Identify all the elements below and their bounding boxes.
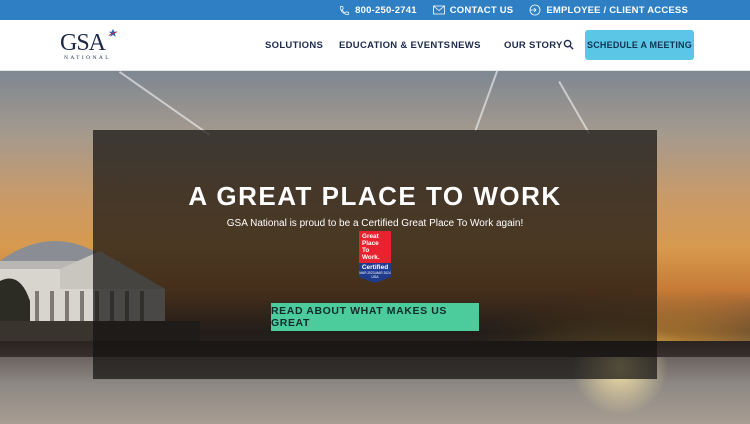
nav-solutions[interactable]: SOLUTIONS xyxy=(265,40,323,51)
nav-our-story[interactable]: OUR STORY xyxy=(504,40,563,51)
contrail xyxy=(474,71,500,132)
badge-country: USA xyxy=(371,275,379,279)
badge-line: Work. xyxy=(362,254,380,261)
badge-line: Great xyxy=(362,233,379,240)
phone-icon xyxy=(340,5,350,15)
page: 800-250-2741 CONTACT US EMPLOYEE / CLIEN… xyxy=(0,0,750,424)
nav-news[interactable]: NEWS xyxy=(451,40,481,51)
great-place-to-work-badge[interactable]: Great Place To Work. Certified MAR 2023-… xyxy=(359,231,391,283)
mail-icon xyxy=(432,5,445,15)
badge-blue-panel: Certified MAR 2023-MAR 2024 USA xyxy=(359,263,391,283)
phone-number: 800-250-2741 xyxy=(355,4,417,16)
hero-subline: GSA National is proud to be a Certified … xyxy=(226,218,524,229)
read-more-button[interactable]: READ ABOUT WHAT MAKES US GREAT xyxy=(271,303,479,331)
access-label: EMPLOYEE / CLIENT ACCESS xyxy=(546,4,688,16)
badge-certified: Certified xyxy=(361,264,389,271)
badge-line: To xyxy=(362,247,370,254)
utility-bar: 800-250-2741 CONTACT US EMPLOYEE / CLIEN… xyxy=(0,0,750,20)
contrail xyxy=(118,71,211,136)
main-header: GSA NATIONAL SOLUTIONS EDUCATION & EVENT… xyxy=(0,20,750,71)
search-icon[interactable] xyxy=(563,39,574,50)
phone-link[interactable]: 800-250-2741 xyxy=(339,5,417,16)
access-link[interactable]: EMPLOYEE / CLIENT ACCESS xyxy=(529,4,688,16)
schedule-meeting-button[interactable]: SCHEDULE A MEETING xyxy=(585,30,694,60)
nav-education-events[interactable]: EDUCATION & EVENTS xyxy=(339,40,450,51)
badge-line: Place xyxy=(362,240,379,247)
login-icon xyxy=(529,4,541,16)
contact-label: CONTACT US xyxy=(449,4,514,16)
badge-red-panel: Great Place To Work. xyxy=(359,231,391,263)
hero-headline: A GREAT PLACE TO WORK xyxy=(188,181,562,211)
contrail xyxy=(558,81,590,134)
contact-link[interactable]: CONTACT US xyxy=(432,4,514,16)
